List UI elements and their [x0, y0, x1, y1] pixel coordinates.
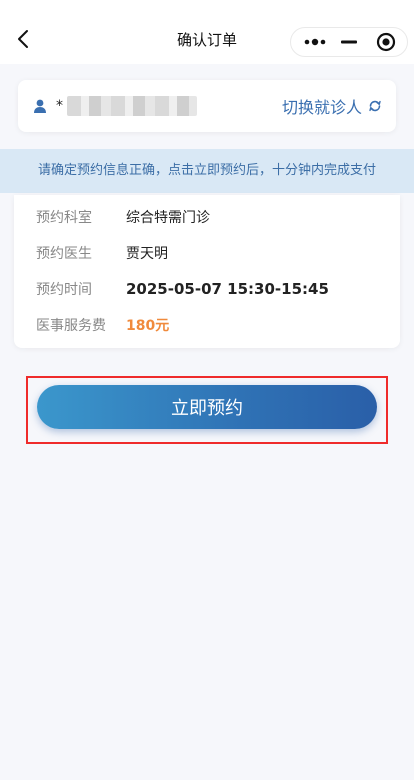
doctor-value: 贾天明 — [126, 246, 168, 262]
mini-program-capsule — [290, 27, 408, 57]
time-label: 预约时间 — [36, 282, 92, 298]
more-dots-icon — [304, 38, 326, 46]
doctor-row: 预约医生 贾天明 — [36, 243, 168, 263]
minimize-button[interactable] — [333, 28, 365, 56]
fee-label: 医事服务费 — [36, 318, 106, 334]
patient-card: * 切换就诊人 — [18, 80, 396, 132]
department-value: 综合特需门诊 — [126, 210, 210, 226]
fee-row: 医事服务费 180元 — [36, 315, 169, 335]
doctor-label: 预约医生 — [36, 246, 92, 262]
minimize-icon — [341, 40, 357, 44]
order-info-card: 预约科室 综合特需门诊 预约医生 贾天明 预约时间 2025-05-07 15:… — [14, 195, 400, 348]
fee-value: 180元 — [126, 318, 170, 334]
notice-banner: 请确定预约信息正确，点击立即预约后，十分钟内完成支付 — [0, 149, 414, 193]
department-label: 预约科室 — [36, 210, 92, 226]
refresh-icon — [369, 100, 381, 112]
more-button[interactable] — [297, 28, 333, 56]
patient-name-mask — [67, 96, 197, 116]
target-close-icon — [376, 32, 396, 52]
switch-patient-label: 切换就诊人 — [281, 98, 362, 117]
navigation-bar: 确认订单 — [0, 0, 414, 64]
department-row: 预约科室 综合特需门诊 — [36, 207, 210, 227]
switch-patient-button[interactable]: 切换就诊人 — [282, 94, 382, 118]
book-now-button[interactable]: 立即预约 — [37, 385, 377, 429]
time-value: 2025-05-07 15:30-15:45 — [126, 280, 329, 298]
user-icon — [34, 99, 46, 113]
patient-name-prefix: * — [56, 98, 63, 114]
patient-name: * — [56, 94, 197, 118]
close-button[interactable] — [367, 28, 405, 56]
time-row: 预约时间 2025-05-07 15:30-15:45 — [36, 279, 329, 299]
